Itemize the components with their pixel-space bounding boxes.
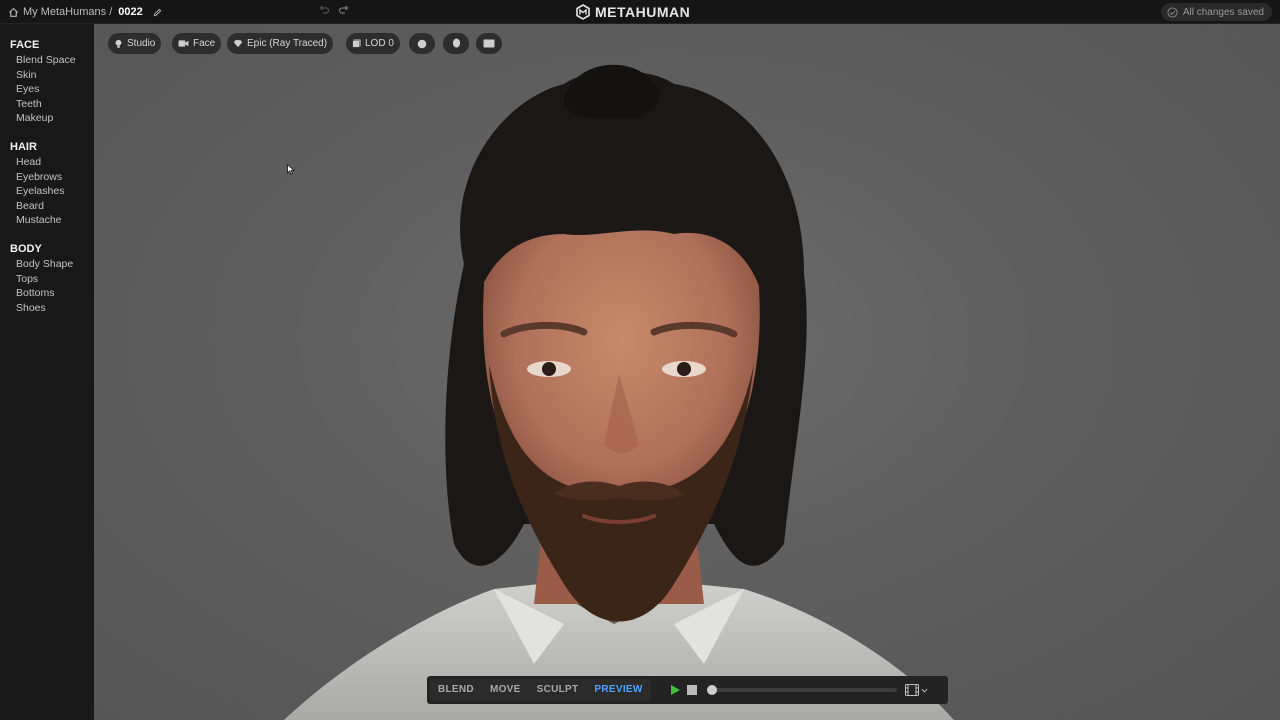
head-view-button[interactable] <box>443 33 469 54</box>
sidebar-item-bottoms[interactable]: Bottoms <box>0 286 94 301</box>
check-circle-icon <box>1167 6 1178 18</box>
sidebar-item-skin[interactable]: Skin <box>0 68 94 83</box>
breadcrumb-root[interactable]: My MetaHumans / <box>23 6 112 18</box>
sidebar-item-blend-space[interactable]: Blend Space <box>0 53 94 68</box>
timeline-knob[interactable] <box>706 685 717 695</box>
sidebar: FACE Blend Space Skin Eyes Teeth Makeup … <box>0 24 94 720</box>
save-status-text: All changes saved <box>1182 6 1264 18</box>
video-camera-icon <box>178 40 189 47</box>
tab-sculpt[interactable]: SCULPT <box>529 680 587 700</box>
viewport-3d[interactable]: 0.3.0-15848877 Studio Face Epic (Ray Tra… <box>94 24 1280 720</box>
film-icon <box>904 684 919 696</box>
mouse-cursor-icon <box>287 164 295 175</box>
mode-bar: BLEND MOVE SCULPT PREVIEW <box>427 676 948 704</box>
sidebar-item-eyebrows[interactable]: Eyebrows <box>0 170 94 185</box>
animation-select[interactable] <box>904 684 928 696</box>
redo-icon[interactable] <box>338 3 350 21</box>
sidebar-item-tops[interactable]: Tops <box>0 272 94 287</box>
metahuman-name: 0022 <box>118 6 143 18</box>
lod-label: LOD 0 <box>365 38 394 49</box>
breadcrumb: My MetaHumans / 0022 <box>8 0 162 24</box>
lod-cube-icon <box>352 39 361 48</box>
quality-label: Epic (Ray Traced) <box>247 38 328 49</box>
chevron-down-icon <box>921 688 928 693</box>
sidebar-section-face: FACE Blend Space Skin Eyes Teeth Makeup <box>0 38 94 126</box>
camera-chip[interactable]: Face <box>172 33 222 54</box>
lod-chip[interactable]: LOD 0 <box>346 33 400 54</box>
sidebar-section-body: BODY Body Shape Tops Bottoms Shoes <box>0 242 94 315</box>
sidebar-item-eyelashes[interactable]: Eyelashes <box>0 184 94 199</box>
diamond-icon <box>233 40 243 48</box>
render-sphere-button[interactable] <box>409 33 435 54</box>
background-icon <box>483 39 495 48</box>
sidebar-item-shoes[interactable]: Shoes <box>0 301 94 316</box>
play-icon[interactable] <box>669 684 681 696</box>
sidebar-section-title[interactable]: HAIR <box>0 140 94 155</box>
background-button[interactable] <box>476 33 502 54</box>
undo-redo-group <box>318 0 350 24</box>
lighting-chip[interactable]: Studio <box>108 33 162 54</box>
save-status-badge: All changes saved <box>1160 3 1272 21</box>
sidebar-item-eyes[interactable]: Eyes <box>0 82 94 97</box>
sidebar-item-beard[interactable]: Beard <box>0 199 94 214</box>
metahuman-logo-icon <box>576 4 590 20</box>
stop-icon[interactable] <box>686 685 697 695</box>
sidebar-section-title[interactable]: FACE <box>0 38 94 53</box>
sidebar-item-makeup[interactable]: Makeup <box>0 111 94 126</box>
timeline-scrubber[interactable] <box>706 685 897 695</box>
lightbulb-icon <box>115 39 122 48</box>
metahuman-logo: METAHUMAN <box>575 2 690 22</box>
sidebar-item-head[interactable]: Head <box>0 155 94 170</box>
undo-icon[interactable] <box>318 3 330 21</box>
sidebar-item-body-shape[interactable]: Body Shape <box>0 257 94 272</box>
quality-chip[interactable]: Epic (Ray Traced) <box>227 33 334 54</box>
tab-blend[interactable]: BLEND <box>430 680 482 700</box>
top-bar: My MetaHumans / 0022 METAHUMAN All chang… <box>0 0 1280 24</box>
sidebar-section-hair: HAIR Head Eyebrows Eyelashes Beard Musta… <box>0 140 94 228</box>
head-icon <box>452 38 460 48</box>
logo-text: METAHUMAN <box>595 4 691 20</box>
rename-pencil-icon[interactable] <box>153 8 162 17</box>
sphere-icon <box>417 39 427 48</box>
lighting-label: Studio <box>127 38 156 49</box>
sidebar-item-teeth[interactable]: Teeth <box>0 97 94 112</box>
home-icon[interactable] <box>8 7 19 18</box>
sidebar-item-mustache[interactable]: Mustache <box>0 213 94 228</box>
tab-preview[interactable]: PREVIEW <box>586 680 650 700</box>
camera-label: Face <box>193 38 216 49</box>
tab-move[interactable]: MOVE <box>482 680 529 700</box>
mode-tabs: BLEND MOVE SCULPT PREVIEW <box>430 679 651 701</box>
sidebar-section-title[interactable]: BODY <box>0 242 94 257</box>
character-render <box>284 64 954 720</box>
